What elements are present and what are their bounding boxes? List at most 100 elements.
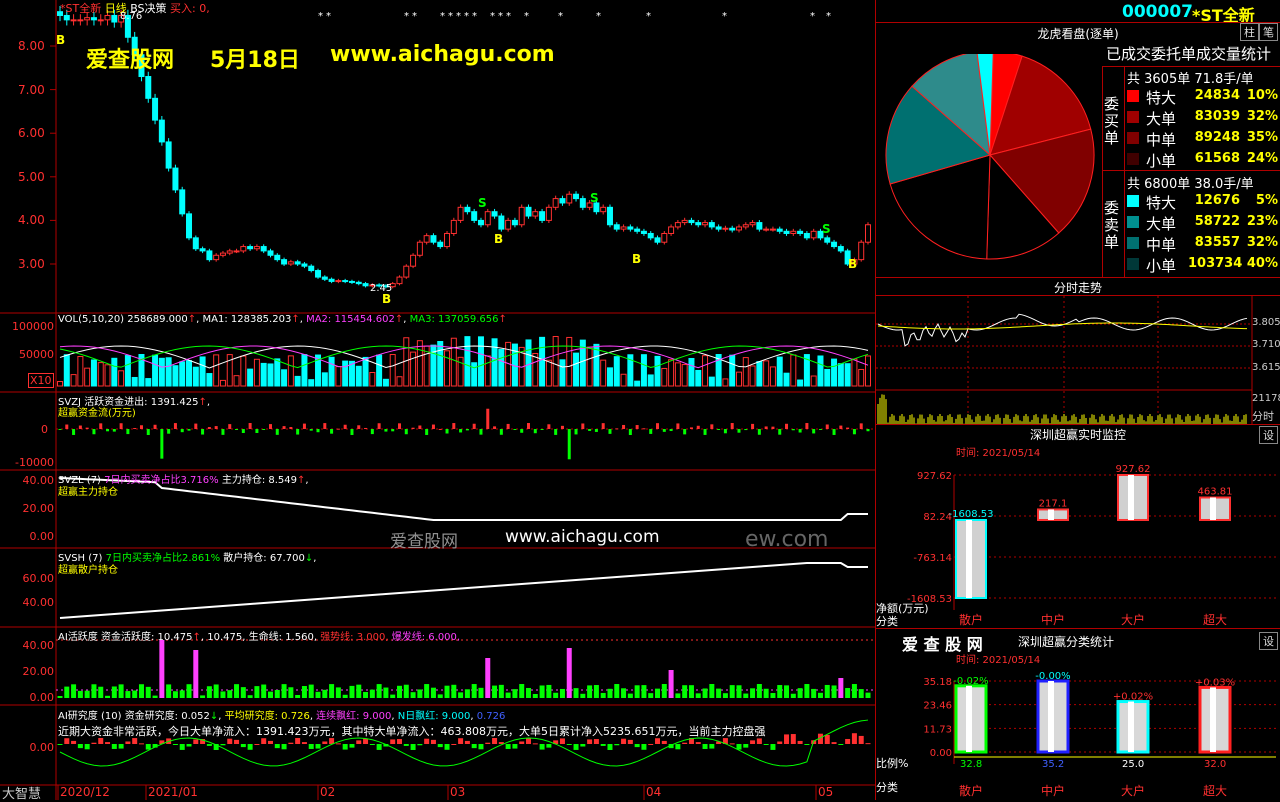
sell-signal[interactable]: S <box>478 196 487 210</box>
vol-value: 258689.000 <box>127 314 188 325</box>
svzj-bar <box>343 424 347 429</box>
volume-bar <box>661 367 668 387</box>
ai-active-label: AI活跃度 <box>58 632 98 643</box>
volume-bar <box>389 354 396 387</box>
candle-body <box>708 222 715 228</box>
candle-body <box>491 211 498 217</box>
ai-active-bar <box>315 691 321 698</box>
svzj-bar <box>676 423 680 429</box>
row-name: 特大 <box>1146 194 1177 212</box>
x-label-4: 04 <box>646 785 662 799</box>
ai-active-bar <box>519 684 525 698</box>
candle-body <box>199 248 206 252</box>
sell-signal[interactable]: S <box>590 191 599 205</box>
cs-bar <box>1116 700 1150 754</box>
ai-active-bar <box>498 684 504 698</box>
signal-star: * <box>456 11 461 22</box>
candle-body <box>342 280 349 283</box>
svzj-bar <box>241 429 245 434</box>
ai-active-bar <box>138 684 144 698</box>
svzj-bar <box>235 429 239 430</box>
svsh-sub: 超赢散户持仓 <box>58 565 118 576</box>
intraday-chart[interactable] <box>876 296 1280 424</box>
ai-research-bar <box>627 739 633 744</box>
cs-category: 大户 <box>1121 783 1145 798</box>
volume-bar <box>776 356 783 387</box>
svzj-bar <box>527 423 531 429</box>
signal-star: * <box>464 11 469 22</box>
ai-research-bar <box>356 740 362 744</box>
volume-bar <box>294 375 301 387</box>
ai-active-bar <box>600 692 606 698</box>
buy-signal[interactable]: B <box>382 292 391 306</box>
rt-bar-label: -1608.53 <box>949 509 994 520</box>
candle-body <box>84 17 91 21</box>
class-settings-button[interactable]: 设 <box>1259 632 1278 650</box>
legend-swatch <box>1127 237 1139 249</box>
buy-signal[interactable]: B <box>56 33 65 47</box>
legend-swatch <box>1127 111 1139 123</box>
price-tick-5: 3.00 <box>18 257 45 271</box>
watermark-url: www.aichagu.com <box>330 42 555 67</box>
dragon-tiger-title[interactable]: 龙虎看盘(逐单) <box>876 25 1280 42</box>
volume-bar <box>165 357 172 387</box>
volume-bar <box>634 380 641 387</box>
svzj-bar <box>78 425 82 429</box>
ai-active-bar <box>403 684 409 698</box>
row-name: 小单 <box>1146 257 1177 275</box>
ai-research-bar <box>57 744 63 745</box>
ai-active-bar <box>295 694 301 698</box>
candle-body <box>457 206 464 221</box>
row-pct: 23% <box>1246 214 1278 229</box>
cs-bar <box>1036 679 1070 754</box>
legend-swatch <box>1127 258 1139 270</box>
ai-active-bar <box>750 688 756 698</box>
svzj-bar <box>248 423 252 429</box>
ai-research-bar <box>430 739 436 744</box>
candle-body <box>769 228 776 231</box>
buy-signal[interactable]: B <box>848 257 857 271</box>
vol-x10[interactable]: X10 <box>28 373 54 388</box>
candle-body <box>654 237 661 243</box>
ai-research-bar <box>770 744 776 750</box>
ai-research-bar <box>532 743 538 745</box>
svzj-bar <box>173 423 177 429</box>
ai-research-bar <box>634 744 640 748</box>
ai-active-bar <box>430 687 436 698</box>
ai-research-bar <box>206 744 212 746</box>
ai-research-bar <box>77 744 83 749</box>
rt-ytick: -763.14 <box>913 553 952 564</box>
ai-active-bar <box>57 696 63 698</box>
svzj-bar <box>703 429 707 435</box>
volume-bar <box>158 357 165 387</box>
ai-active-bar <box>614 684 620 698</box>
ai-active-bar <box>396 685 402 698</box>
candle-body <box>640 230 647 234</box>
svzj-bar <box>146 429 150 435</box>
ai-research-bar <box>376 744 382 750</box>
volume-bar <box>552 336 559 387</box>
legend-swatch <box>1127 132 1139 144</box>
svzj-bar <box>486 408 490 429</box>
row-pct: 40% <box>1246 256 1278 271</box>
realtime-settings-button[interactable]: 设 <box>1259 426 1278 444</box>
intraday-title[interactable]: 分时走势 <box>876 279 1280 296</box>
ai-research-bar <box>172 744 178 745</box>
ai-research-bar <box>84 744 90 750</box>
buy-signal[interactable]: B <box>632 252 641 266</box>
ai-active-bar <box>641 685 647 698</box>
ai-research-bar <box>675 744 681 750</box>
ai-research-bar <box>227 738 233 744</box>
rt-bar <box>1037 508 1069 521</box>
svzj-bar <box>99 423 103 429</box>
volume-bar <box>186 360 193 387</box>
volume-bar <box>545 359 552 387</box>
ai-active-bar <box>492 685 498 698</box>
sell-signal[interactable]: S <box>822 222 831 236</box>
realtime-time: 时间: 2021/05/14 <box>956 448 1041 459</box>
volume-bar <box>308 379 315 387</box>
buy-signal[interactable]: B <box>494 232 503 246</box>
ai-active-bar <box>410 692 416 698</box>
ai-research-bar <box>390 739 396 744</box>
ai-research-bar <box>851 733 857 744</box>
